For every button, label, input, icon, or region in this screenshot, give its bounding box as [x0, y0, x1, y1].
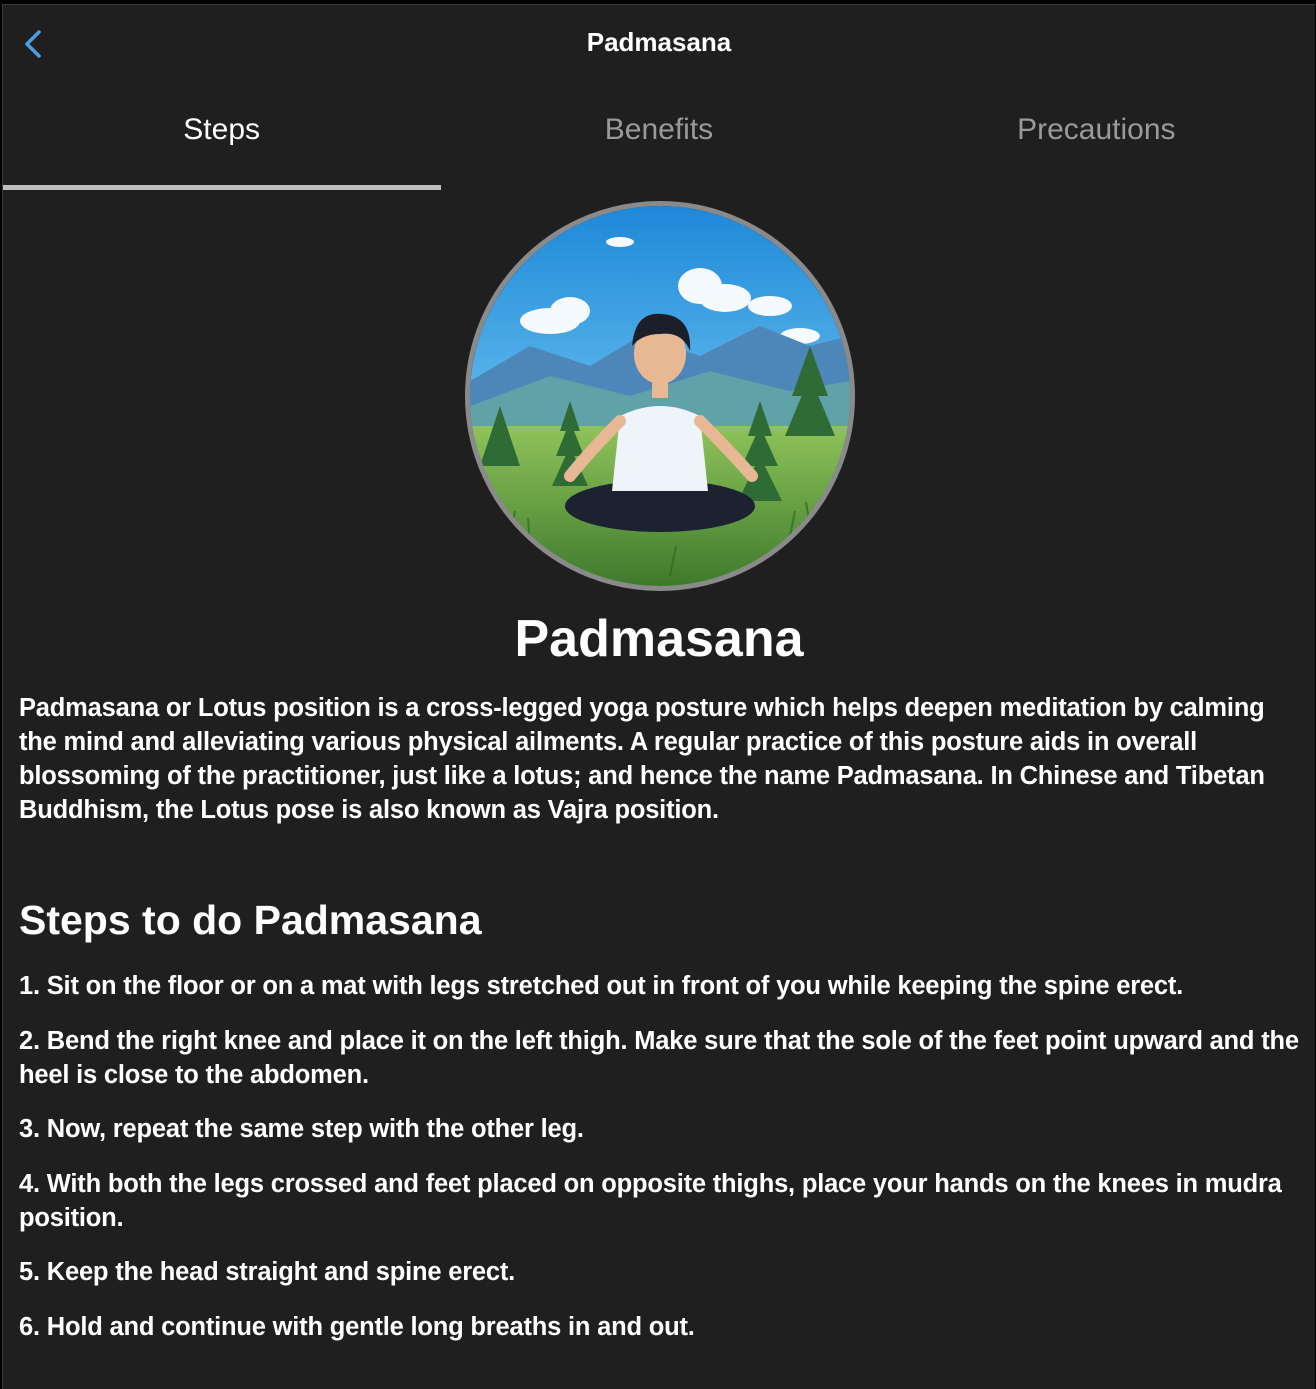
navigation-bar: Padmasana: [3, 5, 1315, 85]
active-tab-indicator: [3, 185, 441, 190]
tab-steps[interactable]: Steps: [3, 93, 440, 193]
pose-illustration: [465, 201, 855, 591]
steps-list: 1. Sit on the floor or on a mat with leg…: [19, 969, 1303, 1364]
step-item: 4. With both the legs crossed and feet p…: [19, 1169, 1282, 1232]
step-item: 6. Hold and continue with gentle long br…: [19, 1312, 695, 1341]
tab-precautions[interactable]: Precautions: [878, 93, 1315, 193]
app-window: Padmasana Steps Benefits Precautions Pad…: [2, 4, 1315, 1389]
step-item: 3. Now, repeat the same step with the ot…: [19, 1115, 584, 1143]
step-item: 1. Sit on the floor or on a mat with leg…: [19, 972, 1184, 1000]
pose-description: Padmasana or Lotus position is a cross-l…: [19, 694, 1265, 824]
tab-bar: Steps Benefits Precautions: [3, 93, 1315, 193]
steps-heading: Steps to do Padmasana: [19, 897, 482, 943]
pose-title: Padmasana: [514, 610, 804, 668]
nav-title: Padmasana: [586, 27, 732, 57]
tab-benefits[interactable]: Benefits: [440, 93, 877, 193]
step-item: 2. Bend the right knee and place it on t…: [19, 1026, 1299, 1089]
step-item: 5. Keep the head straight and spine erec…: [19, 1258, 516, 1286]
